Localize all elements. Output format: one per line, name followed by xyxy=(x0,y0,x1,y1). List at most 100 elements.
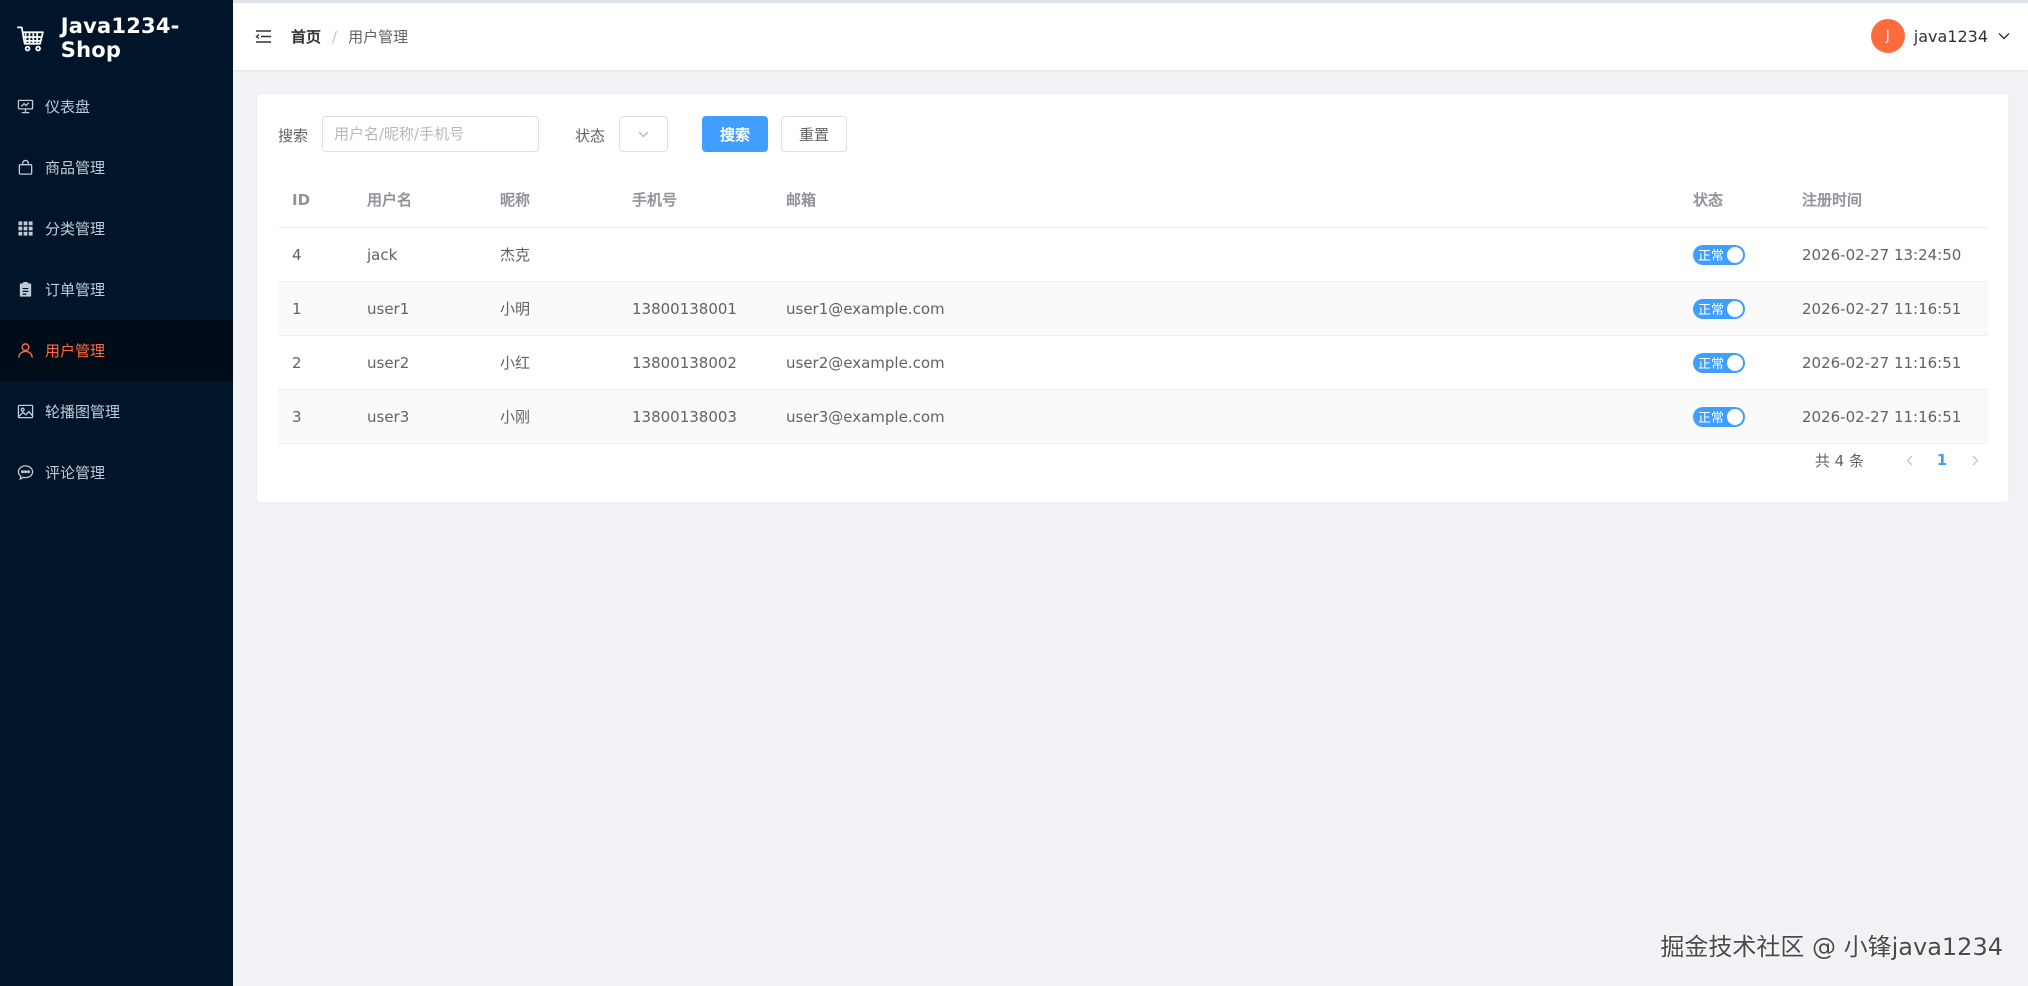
prev-page-button[interactable] xyxy=(1894,445,1924,475)
cell-email: user3@example.com xyxy=(786,407,945,426)
cell-status: 正常 xyxy=(1693,228,1745,281)
user-dropdown[interactable]: J java1234 xyxy=(1870,19,2010,53)
clipboard-icon xyxy=(17,281,34,298)
sidebar-item-label: 仪表盘 xyxy=(45,98,91,116)
pagination-total: 共 4 条 xyxy=(1814,451,1864,470)
sidebar: Java1234-Shop 仪表盘 商品管理 分类管理 订单管理 用户管理 轮播… xyxy=(0,0,233,986)
status-toggle-text: 正常 xyxy=(1698,249,1725,264)
status-toggle[interactable]: 正常 xyxy=(1693,406,1745,427)
dashboard-icon xyxy=(17,98,34,115)
sidebar-menu: 仪表盘 商品管理 分类管理 订单管理 用户管理 轮播图管理 评论管理 xyxy=(0,76,233,503)
breadcrumb-separator: / xyxy=(332,27,338,46)
sidebar-item-products[interactable]: 商品管理 xyxy=(0,137,233,198)
cell-username: user2 xyxy=(367,353,410,372)
sidebar-item-categories[interactable]: 分类管理 xyxy=(0,198,233,259)
cell-nickname: 小红 xyxy=(500,354,531,372)
sidebar-item-comments[interactable]: 评论管理 xyxy=(0,442,233,503)
sidebar-item-carousel[interactable]: 轮播图管理 xyxy=(0,381,233,442)
cell-username: user3 xyxy=(367,407,410,426)
shopping-bag-icon xyxy=(17,159,34,176)
search-label: 搜索 xyxy=(278,127,309,145)
page-number-active[interactable]: 1 xyxy=(1924,451,1960,469)
watermark: 掘金技术社区 @ 小锋java1234 xyxy=(1660,933,2003,961)
sidebar-item-orders[interactable]: 订单管理 xyxy=(0,259,233,320)
users-table: ID 用户名 昵称 手机号 邮箱 状态 注册时间 4 jack 杰克 正常 20… xyxy=(278,172,1988,444)
main-area: 首页 / 用户管理 J java1234 搜索 状态 搜索 重置 ID 用户名 … xyxy=(233,0,2028,986)
status-toggle[interactable]: 正常 xyxy=(1693,244,1745,265)
cell-nickname: 小刚 xyxy=(500,408,531,426)
cell-phone: 13800138001 xyxy=(632,299,737,318)
username[interactable]: java1234 xyxy=(1914,27,1988,46)
toggle-knob xyxy=(1727,300,1743,317)
cell-status: 正常 xyxy=(1693,336,1745,389)
column-header-nickname[interactable]: 昵称 xyxy=(500,172,530,227)
column-header-email[interactable]: 邮箱 xyxy=(786,172,816,227)
table-row[interactable]: 2 user2 小红 13800138002 user2@example.com… xyxy=(278,336,1988,390)
cell-email: user1@example.com xyxy=(786,299,945,318)
search-bar: 搜索 状态 搜索 重置 xyxy=(257,116,2008,152)
sidebar-item-users[interactable]: 用户管理 xyxy=(0,320,233,381)
cell-id: 3 xyxy=(292,407,302,426)
status-toggle-text: 正常 xyxy=(1698,357,1725,372)
cell-id: 2 xyxy=(292,353,302,372)
toggle-knob xyxy=(1727,354,1743,371)
reset-button[interactable]: 重置 xyxy=(781,116,847,152)
sidebar-item-label: 商品管理 xyxy=(45,159,106,177)
cell-nickname: 杰克 xyxy=(500,246,531,264)
pagination: 共 4 条 1 xyxy=(1815,444,1990,476)
cell-id: 1 xyxy=(292,299,302,318)
toggle-knob xyxy=(1727,408,1743,425)
column-header-phone[interactable]: 手机号 xyxy=(632,172,677,227)
breadcrumb-home[interactable]: 首页 xyxy=(291,26,321,47)
column-header-status[interactable]: 状态 xyxy=(1693,172,1723,227)
chevron-left-icon xyxy=(1906,455,1912,465)
shopping-cart-icon xyxy=(17,26,44,52)
picture-icon xyxy=(17,403,34,420)
search-input[interactable] xyxy=(322,116,539,152)
user-management-card: 搜索 状态 搜索 重置 ID 用户名 昵称 手机号 邮箱 状态 注册时间 4 j… xyxy=(256,93,2009,503)
cell-registered: 2026-02-27 11:16:51 xyxy=(1802,299,1962,318)
sidebar-item-label: 用户管理 xyxy=(45,342,106,360)
table-header-row: ID 用户名 昵称 手机号 邮箱 状态 注册时间 xyxy=(278,172,1988,228)
avatar[interactable]: J xyxy=(1870,19,1905,53)
cell-id: 4 xyxy=(292,245,302,264)
status-toggle-text: 正常 xyxy=(1698,303,1725,318)
chevron-down-icon xyxy=(638,131,649,137)
column-header-registered[interactable]: 注册时间 xyxy=(1802,172,1862,227)
grid-icon xyxy=(17,220,34,237)
sidebar-item-label: 评论管理 xyxy=(45,464,106,482)
sidebar-item-label: 轮播图管理 xyxy=(45,403,121,421)
status-toggle[interactable]: 正常 xyxy=(1693,352,1745,373)
sidebar-item-label: 订单管理 xyxy=(45,281,106,299)
search-button[interactable]: 搜索 xyxy=(702,116,768,152)
menu-fold-icon[interactable] xyxy=(255,29,272,44)
table-row[interactable]: 3 user3 小刚 13800138003 user3@example.com… xyxy=(278,390,1988,444)
breadcrumb-current: 用户管理 xyxy=(348,28,409,46)
chevron-down-icon[interactable] xyxy=(1998,32,2010,40)
cell-username: user1 xyxy=(367,299,410,318)
status-toggle[interactable]: 正常 xyxy=(1693,298,1745,319)
cell-nickname: 小明 xyxy=(500,300,531,318)
status-toggle-text: 正常 xyxy=(1698,411,1725,426)
cell-phone: 13800138003 xyxy=(632,407,737,426)
column-header-id[interactable]: ID xyxy=(292,172,310,227)
table-row[interactable]: 1 user1 小明 13800138001 user1@example.com… xyxy=(278,282,1988,336)
cell-status: 正常 xyxy=(1693,282,1745,335)
user-icon xyxy=(17,342,34,359)
status-label: 状态 xyxy=(575,127,606,145)
chat-icon xyxy=(17,464,34,481)
cell-phone: 13800138002 xyxy=(632,353,737,372)
cell-registered: 2026-02-27 11:16:51 xyxy=(1802,353,1962,372)
status-select[interactable] xyxy=(619,116,668,152)
chevron-right-icon xyxy=(1972,455,1978,465)
app-title: Java1234-Shop xyxy=(60,14,180,62)
table-row[interactable]: 4 jack 杰克 正常 2026-02-27 13:24:50 xyxy=(278,228,1988,282)
breadcrumb: 首页 / 用户管理 xyxy=(291,26,408,47)
cell-registered: 2026-02-27 11:16:51 xyxy=(1802,407,1962,426)
top-header: 首页 / 用户管理 J java1234 xyxy=(233,0,2028,70)
brand[interactable]: Java1234-Shop xyxy=(0,0,233,76)
column-header-username[interactable]: 用户名 xyxy=(367,172,412,227)
next-page-button[interactable] xyxy=(1960,445,1990,475)
cell-status: 正常 xyxy=(1693,390,1745,443)
sidebar-item-dashboard[interactable]: 仪表盘 xyxy=(0,76,233,137)
